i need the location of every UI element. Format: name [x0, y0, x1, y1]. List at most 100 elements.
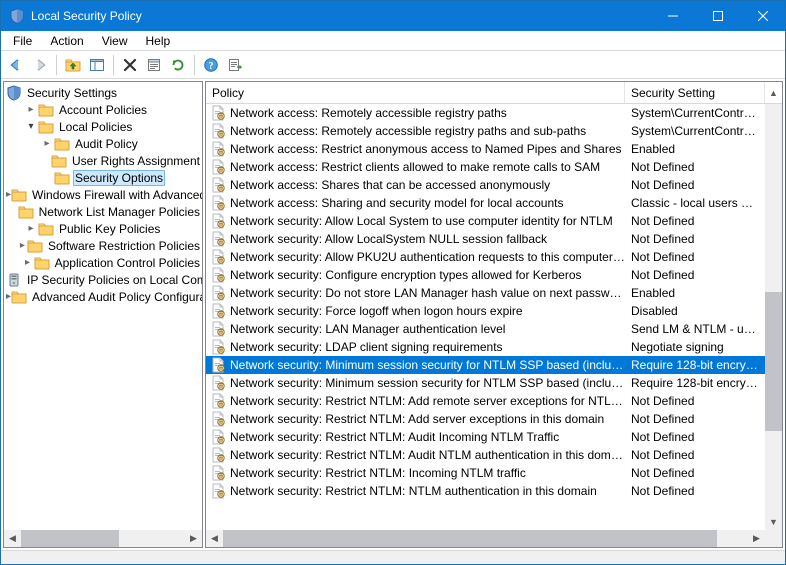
tree-item[interactable]: ▸Software Restriction Policies [6, 237, 202, 254]
menu-action[interactable]: Action [42, 33, 91, 49]
scroll-left-icon[interactable]: ◀ [4, 530, 21, 547]
tree-item[interactable]: ▸Advanced Audit Policy Configuration [6, 288, 202, 305]
cell-policy: Network security: LAN Manager authentica… [206, 321, 625, 337]
list-row[interactable]: Network access: Remotely accessible regi… [206, 122, 765, 140]
tree-label: IP Security Policies on Local Computer [25, 273, 202, 287]
cell-setting: Require 128-bit encrypti... [625, 358, 765, 372]
column-header-policy[interactable]: Policy [206, 82, 625, 103]
list-row[interactable]: Network security: Allow LocalSystem NULL… [206, 230, 765, 248]
tree-label: Application Control Policies [53, 256, 202, 270]
scroll-right-icon[interactable]: ▶ [748, 530, 765, 547]
tree-item[interactable]: ▸Windows Firewall with Advanced Security [6, 186, 202, 203]
twisty-closed-icon[interactable]: ▸ [24, 103, 38, 117]
up-icon[interactable] [62, 54, 84, 76]
server-icon [6, 272, 22, 288]
tree-item[interactable]: Security Options [6, 169, 202, 186]
refresh-icon[interactable] [167, 54, 189, 76]
policy-text: Network security: Restrict NTLM: Incomin… [230, 466, 526, 480]
tree-label: Public Key Policies [57, 222, 162, 236]
twisty-open-icon[interactable]: ▾ [24, 120, 38, 134]
cell-policy: Network security: Restrict NTLM: Add ser… [206, 411, 625, 427]
properties-icon[interactable] [143, 54, 165, 76]
scroll-thumb[interactable] [21, 530, 119, 547]
twisty-closed-icon[interactable]: ▸ [40, 137, 54, 151]
list-row[interactable]: Network access: Remotely accessible regi… [206, 104, 765, 122]
cell-setting: Require 128-bit encrypti... [625, 376, 765, 390]
show-hide-tree-icon[interactable] [86, 54, 108, 76]
list-row[interactable]: Network security: LAN Manager authentica… [206, 320, 765, 338]
list-row[interactable]: Network security: Restrict NTLM: Incomin… [206, 464, 765, 482]
statusbar [1, 550, 785, 564]
list-row[interactable]: Network security: Configure encryption t… [206, 266, 765, 284]
tree-root[interactable]: Security Settings [6, 84, 202, 101]
list-header: Policy Security Setting ▲ [206, 82, 782, 104]
tree-item[interactable]: IP Security Policies on Local Computer [6, 271, 202, 288]
back-icon[interactable] [5, 54, 27, 76]
list-row[interactable]: Network security: LDAP client signing re… [206, 338, 765, 356]
list-row[interactable]: Network access: Sharing and security mod… [206, 194, 765, 212]
list-row[interactable]: Network security: Minimum session securi… [206, 374, 765, 392]
cell-setting: Not Defined [625, 160, 765, 174]
minimize-button[interactable] [650, 1, 695, 31]
tree-item[interactable]: ▸Audit Policy [6, 135, 202, 152]
delete-icon[interactable] [119, 54, 141, 76]
list-row[interactable]: Network access: Restrict clients allowed… [206, 158, 765, 176]
tree-item[interactable]: Network List Manager Policies [6, 203, 202, 220]
menu-help[interactable]: Help [138, 33, 179, 49]
cell-setting: Disabled [625, 304, 765, 318]
close-button[interactable] [740, 1, 785, 31]
client-area: Security Settings▸Account Policies ▾ Local… [1, 79, 785, 550]
list-row[interactable]: Network security: Minimum session securi… [206, 356, 765, 374]
twisty-closed-icon[interactable]: ▸ [22, 256, 34, 270]
scroll-thumb[interactable] [765, 292, 782, 431]
list-row[interactable]: Network security: Do not store LAN Manag… [206, 284, 765, 302]
list-vscrollbar[interactable]: ▼ [765, 104, 782, 530]
list-row[interactable]: Network security: Force logoff when logo… [206, 302, 765, 320]
folder-icon [54, 170, 70, 186]
list-row[interactable]: Network security: Restrict NTLM: Audit I… [206, 428, 765, 446]
policy-icon [210, 177, 226, 193]
menu-view[interactable]: View [94, 33, 136, 49]
list-row[interactable]: Network security: Restrict NTLM: Add rem… [206, 392, 765, 410]
scroll-down-icon[interactable]: ▼ [765, 513, 782, 530]
list-row[interactable]: Network access: Restrict anonymous acces… [206, 140, 765, 158]
folder-icon [11, 289, 27, 305]
cell-setting: Not Defined [625, 214, 765, 228]
tree-item[interactable]: User Rights Assignment [6, 152, 202, 169]
tree[interactable]: Security Settings▸Account Policies ▾ Local… [4, 82, 202, 530]
tree-item[interactable]: ▸ Application Control Policies [6, 254, 202, 271]
twisty-closed-icon[interactable]: ▸ [24, 222, 38, 236]
export-list-icon[interactable] [224, 54, 246, 76]
cell-policy: Network access: Remotely accessible regi… [206, 105, 625, 121]
policy-text: Network security: Allow Local System to … [230, 214, 613, 228]
folder-icon [51, 153, 67, 169]
list-row[interactable]: Network security: Restrict NTLM: Audit N… [206, 446, 765, 464]
tree-label: Security Options [73, 170, 165, 186]
menu-file[interactable]: File [5, 33, 40, 49]
cell-setting: Not Defined [625, 250, 765, 264]
twisty-closed-icon[interactable]: ▸ [18, 239, 27, 253]
list-hscrollbar[interactable]: ◀ ▶ [206, 530, 782, 547]
scroll-thumb[interactable] [223, 530, 717, 547]
tree-hscrollbar[interactable]: ◀ ▶ [4, 530, 202, 547]
forward-icon[interactable] [29, 54, 51, 76]
tree-item[interactable]: ▾ Local Policies [6, 118, 202, 135]
list-row[interactable]: Network access: Shares that can be acces… [206, 176, 765, 194]
titlebar[interactable]: Local Security Policy [1, 1, 785, 31]
maximize-button[interactable] [695, 1, 740, 31]
scroll-up-icon[interactable]: ▲ [765, 82, 782, 103]
policy-text: Network security: Restrict NTLM: Audit N… [230, 448, 625, 462]
tree-item[interactable]: ▸Account Policies [6, 101, 202, 118]
help-icon[interactable] [200, 54, 222, 76]
cell-setting: Send LM & NTLM - use ... [625, 322, 765, 336]
toolbar-separator [194, 55, 195, 75]
scroll-left-icon[interactable]: ◀ [206, 530, 223, 547]
list-row[interactable]: Network security: Restrict NTLM: Add ser… [206, 410, 765, 428]
tree-item[interactable]: ▸ Public Key Policies [6, 220, 202, 237]
tree-label: Local Policies [57, 120, 134, 134]
scroll-right-icon[interactable]: ▶ [185, 530, 202, 547]
column-header-setting[interactable]: Security Setting [625, 82, 765, 103]
list-row[interactable]: Network security: Allow Local System to … [206, 212, 765, 230]
list-row[interactable]: Network security: Restrict NTLM: NTLM au… [206, 482, 765, 500]
list-row[interactable]: Network security: Allow PKU2U authentica… [206, 248, 765, 266]
